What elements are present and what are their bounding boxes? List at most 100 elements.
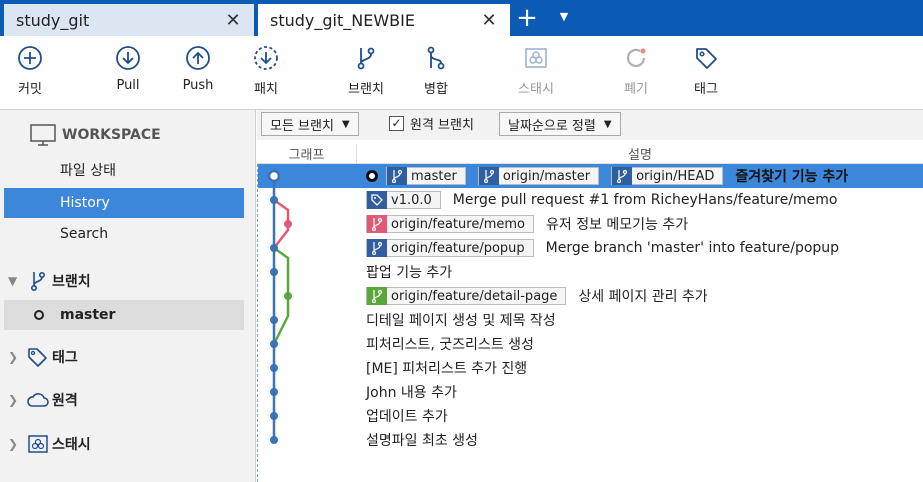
commit-message: Merge pull request #1 from RicheyHans/fe… [452, 192, 838, 208]
chevron-right-icon[interactable]: ❯ [8, 350, 24, 364]
merge-label: 병합 [424, 82, 448, 97]
tab-title: study_git_NEWBIE [270, 10, 415, 30]
commit-graph [267, 169, 292, 444]
chevron-right-icon[interactable]: ❯ [8, 393, 24, 407]
commit-row[interactable]: [ME] 피처리스트 추가 진행 [366, 356, 923, 380]
commit-node [284, 292, 292, 300]
remote-branch-label: 원격 브랜치 [410, 118, 474, 133]
commit-message: 피처리스트, 굿즈리스트 생성 [366, 337, 534, 353]
pull-label: Pull [116, 78, 140, 93]
commit-node [270, 388, 278, 396]
remote-branch-checkbox[interactable]: ✓ 원격 브랜치 [389, 114, 474, 133]
tag-icon [367, 191, 387, 209]
close-icon[interactable]: ✕ [224, 10, 242, 31]
commit-node [270, 412, 278, 420]
commit-list[interactable]: master origin/master origin/HEAD 즐겨찾기 기능 추가… [257, 164, 923, 482]
branch-icon [367, 239, 387, 257]
commit-button[interactable]: 커밋 [0, 44, 60, 97]
chevron-right-icon[interactable]: ❯ [8, 437, 24, 451]
toolbar: 커밋 Pull Push 패치 브랜치 병합 스태시 폐기 태그 [0, 36, 923, 110]
ref-name: v1.0.0 [391, 192, 432, 208]
tab-bar: study_git ✕ study_git_NEWBIE ✕ + ▼ [0, 0, 923, 36]
column-graph[interactable]: 그래프 [257, 144, 357, 164]
commit-message: Merge branch 'master' into feature/popup [545, 240, 840, 256]
branch-label[interactable]: origin/feature/popup [366, 239, 534, 257]
branch-icon [24, 270, 52, 292]
tag-icon [696, 48, 717, 69]
discard-button[interactable]: 폐기 [606, 44, 666, 97]
sidebar-branch-master[interactable]: master [4, 300, 244, 330]
commit-row[interactable]: v1.0.0 Merge pull request #1 from RicheyH… [366, 188, 923, 212]
plus-circle-icon [18, 46, 42, 70]
sidebar-item-file-status[interactable]: 파일 상태 [4, 156, 244, 186]
commit-row[interactable]: origin/feature/detail-page 상세 페이지 관리 추가 [366, 284, 923, 308]
current-branch-icon [34, 310, 44, 320]
sidebar-group-branches[interactable]: ▼ 브랜치 [8, 270, 91, 292]
tag-button[interactable]: 태그 [676, 44, 736, 97]
tag-label[interactable]: v1.0.0 [366, 191, 441, 209]
remotes-label: 원격 [52, 393, 78, 409]
sort-select[interactable]: 날짜순으로 정렬 ▼ [499, 112, 621, 136]
pull-button[interactable]: Pull [98, 44, 158, 93]
sidebar-item-history[interactable]: History [4, 188, 244, 218]
sidebar: WORKSPACE 파일 상태 History Search ▼ 브랜치 mas… [0, 110, 256, 482]
tab-title: study_git [16, 10, 90, 30]
sidebar-item-search[interactable]: Search [4, 219, 244, 249]
tab-study-git-newbie[interactable]: study_git_NEWBIE ✕ [258, 4, 510, 36]
plus-icon[interactable]: + [514, 5, 540, 32]
chevron-down-icon[interactable]: ▼ [556, 10, 572, 26]
commit-row[interactable]: 디테일 페이지 생성 및 제목 작성 [366, 308, 923, 332]
stash-icon [24, 434, 52, 454]
branch-filter-value: 모든 브랜치 [270, 118, 334, 134]
commit-row[interactable]: 업데이트 추가 [366, 404, 923, 428]
commit-row[interactable]: 팝업 기능 추가 [366, 260, 923, 284]
chevron-down-icon: ▼ [341, 118, 350, 130]
branch-label[interactable]: master [386, 167, 466, 185]
sidebar-group-tags[interactable]: ❯ 태그 [8, 346, 78, 368]
sort-value: 날짜순으로 정렬 [508, 118, 596, 134]
branch-label[interactable]: origin/feature/detail-page [366, 287, 567, 305]
ref-name: origin/master [502, 168, 591, 184]
commit-message: 즐겨찾기 기능 추가 [735, 169, 849, 185]
head-marker-icon [366, 170, 378, 182]
commit-row[interactable]: John 내용 추가 [366, 380, 923, 404]
branch-filter-select[interactable]: 모든 브랜치 ▼ [261, 112, 359, 136]
commit-row[interactable]: 피처리스트, 굿즈리스트 생성 [366, 332, 923, 356]
commit-row[interactable]: 설명파일 최초 생성 [366, 428, 923, 452]
commit-row[interactable]: origin/feature/memo 유저 정보 메모기능 추가 [366, 212, 923, 236]
branches-label: 브랜치 [52, 274, 91, 290]
fetch-button[interactable]: 패치 [236, 44, 296, 97]
chevron-down-icon[interactable]: ▼ [8, 274, 24, 288]
sidebar-group-remotes[interactable]: ❯ 원격 [8, 390, 78, 410]
workspace-header: WORKSPACE [30, 124, 161, 146]
commit-row[interactable]: origin/feature/popup Merge branch 'master… [366, 236, 923, 260]
commit-message: 유저 정보 메모기능 추가 [546, 217, 689, 233]
checkbox-checked-icon[interactable]: ✓ [389, 116, 404, 131]
commit-node [270, 244, 278, 252]
push-label: Push [182, 78, 214, 93]
commit-label: 커밋 [18, 82, 42, 97]
commit-node [270, 364, 278, 372]
stash-button[interactable]: 스태시 [506, 44, 566, 97]
merge-icon [427, 46, 445, 70]
workspace-label: WORKSPACE [62, 127, 161, 143]
tab-study-git[interactable]: study_git ✕ [4, 4, 254, 36]
branch-icon [367, 287, 387, 305]
commit-message: 디테일 페이지 생성 및 제목 작성 [366, 313, 556, 329]
column-description[interactable]: 설명 [357, 144, 923, 163]
merge-button[interactable]: 병합 [406, 44, 466, 97]
branch-label[interactable]: origin/master [477, 167, 600, 185]
branch-icon [357, 47, 375, 70]
column-headers: 그래프 설명 [257, 140, 923, 164]
branch-button[interactable]: 브랜치 [336, 44, 396, 97]
branch-label[interactable]: origin/feature/memo [366, 215, 534, 233]
branch-name: master [60, 307, 116, 323]
branch-label[interactable]: origin/HEAD [611, 167, 724, 185]
branch-icon [478, 167, 499, 185]
close-icon[interactable]: ✕ [480, 10, 498, 31]
sidebar-group-stashes[interactable]: ❯ 스태시 [8, 434, 91, 454]
push-button[interactable]: Push [168, 44, 228, 93]
commit-node [284, 220, 292, 228]
ref-name: origin/feature/popup [391, 240, 525, 256]
fetch-label: 패치 [254, 82, 278, 97]
